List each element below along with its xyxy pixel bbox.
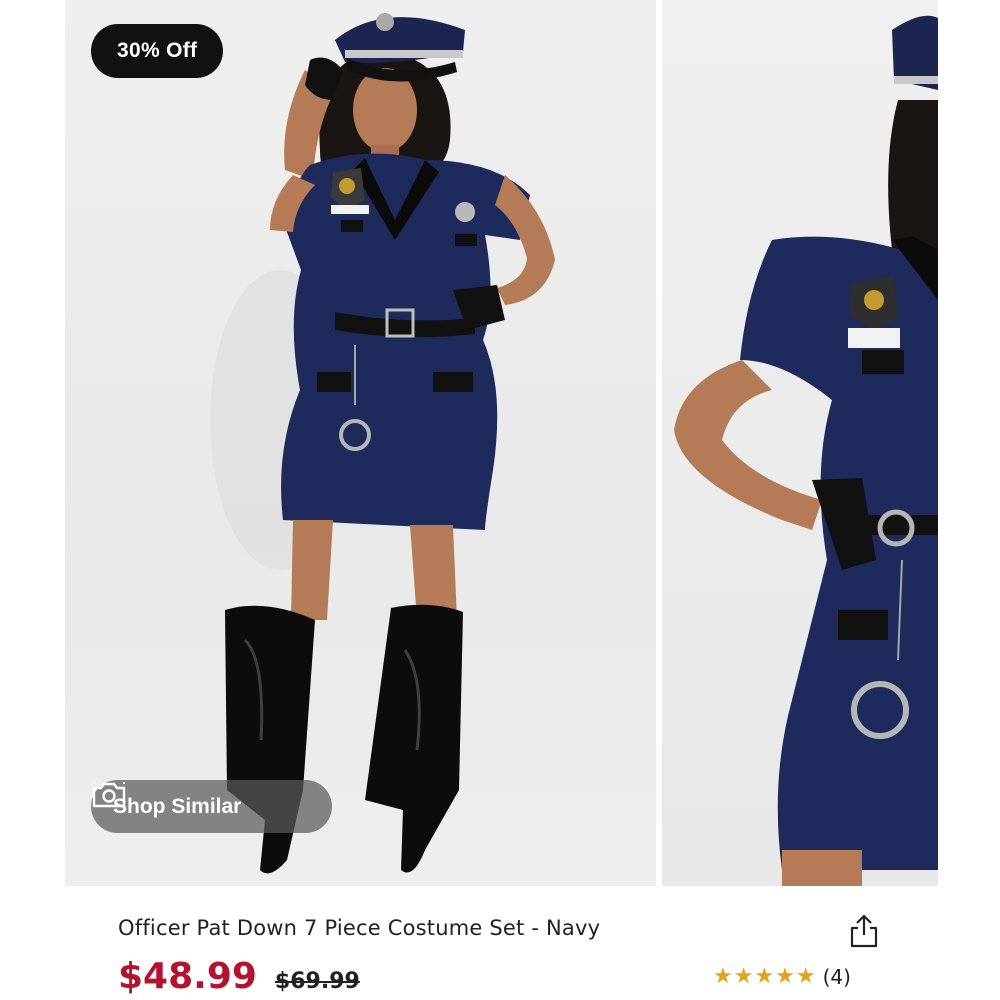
original-price: $69.99 bbox=[274, 969, 360, 994]
model-full-body-illustration bbox=[210, 13, 555, 874]
model-detail-illustration bbox=[674, 15, 938, 886]
product-image-next[interactable] bbox=[662, 0, 938, 886]
product-image-main[interactable]: 30% Off Shop Similar bbox=[65, 0, 656, 886]
product-info-panel: Officer Pat Down 7 Piece Costume Set - N… bbox=[65, 886, 938, 1000]
star-icon: ★★★★★ bbox=[713, 964, 817, 989]
current-price: $48.99 bbox=[118, 956, 257, 997]
price-row: $48.99 $69.99 bbox=[118, 956, 360, 997]
shop-similar-label: Shop Similar bbox=[113, 794, 242, 818]
product-image-gallery[interactable]: 30% Off Shop Similar bbox=[65, 0, 938, 886]
product-title: Officer Pat Down 7 Piece Costume Set - N… bbox=[118, 916, 601, 940]
shop-similar-button[interactable]: Shop Similar bbox=[91, 780, 332, 833]
camera-icon bbox=[92, 782, 126, 808]
page-margin-right bbox=[938, 0, 1000, 1000]
share-icon[interactable] bbox=[849, 914, 879, 948]
discount-badge: 30% Off bbox=[91, 24, 224, 78]
rating-summary[interactable]: ★★★★★ (4) bbox=[713, 964, 851, 989]
review-count: (4) bbox=[822, 964, 851, 989]
page-margin-left bbox=[0, 0, 65, 1000]
